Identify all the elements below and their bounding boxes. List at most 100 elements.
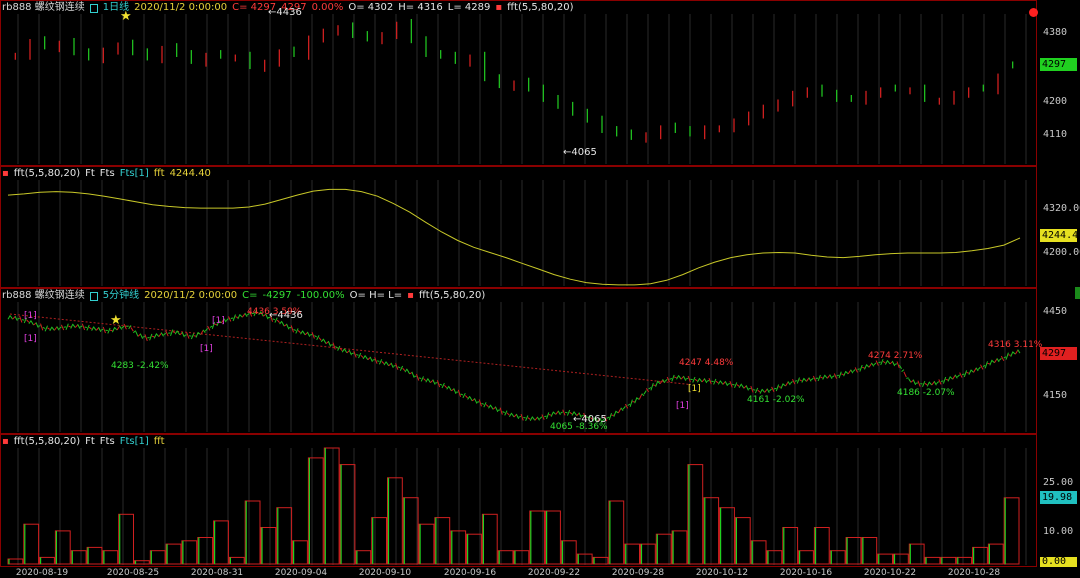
record-button-icon[interactable] <box>1029 8 1038 17</box>
close-label: C= <box>242 290 258 301</box>
signal-marker: [1] <box>676 401 689 411</box>
price-segment <box>864 364 868 370</box>
fft-bar-chart[interactable] <box>0 434 1080 567</box>
price-segment <box>857 368 860 370</box>
fft-bar <box>54 530 71 565</box>
fft-bar-pane[interactable]: ▪ fft(5,5,80,20) Ft Fts Fts[1] fft 25.00… <box>0 434 1080 567</box>
price-segment <box>973 368 977 373</box>
price-segment <box>297 330 301 334</box>
daily-price-pane[interactable]: rb888 螺纹钢连续 1日线 2020/11/2 0:00:00 C= 429… <box>0 0 1080 166</box>
price-segment <box>745 385 749 391</box>
price-segment <box>293 328 297 331</box>
fft-bar <box>228 556 245 565</box>
chart-type-icon[interactable] <box>89 291 98 301</box>
fft-bar <box>893 553 909 565</box>
five-minute-pane-header: rb888 螺纹钢连续 5分钟线 2020/11/2 0:00:00 C= -4… <box>2 289 485 303</box>
price-segment <box>989 359 993 366</box>
x-tick-label: 2020-09-28 <box>611 568 665 578</box>
price-segment <box>669 378 672 380</box>
price-segment <box>527 417 531 420</box>
fft-line-pane[interactable]: ▪ fft(5,5,80,20) Ft Fts Fts[1] fft 4244.… <box>0 166 1080 288</box>
price-segment <box>557 410 561 416</box>
price-segment <box>859 364 863 372</box>
price-segment <box>676 374 680 380</box>
price-segment <box>228 316 232 322</box>
price-segment <box>151 335 155 338</box>
price-segment <box>801 377 805 383</box>
price-segment <box>320 338 325 343</box>
price-segment <box>304 332 308 336</box>
price-segment <box>847 370 852 375</box>
price-segment <box>344 349 348 354</box>
price-segment <box>959 372 963 378</box>
price-segment <box>372 359 375 361</box>
price-segment <box>929 382 933 386</box>
bar-date: 2020/11/2 0:00:00 <box>144 290 238 301</box>
price-segment <box>555 411 559 415</box>
price-segment <box>762 389 766 393</box>
chart-type-icon[interactable] <box>89 3 98 13</box>
price-segment <box>606 416 610 419</box>
side-panel-toggle[interactable] <box>1075 287 1080 299</box>
fft-bar <box>1003 497 1020 565</box>
price-segment <box>390 362 394 369</box>
price-segment <box>102 326 106 334</box>
price-segment <box>44 325 48 332</box>
fft-bar <box>276 507 293 565</box>
price-segment <box>137 333 141 337</box>
price-segment <box>838 371 842 379</box>
price-segment <box>722 381 726 385</box>
indicator-name[interactable]: fft(5,5,80,20) <box>507 1 573 15</box>
price-segment <box>367 357 371 361</box>
price-segment <box>662 379 666 384</box>
open-price: O= 4302 <box>348 2 394 13</box>
fft-bar <box>118 513 134 565</box>
price-segment <box>84 326 88 328</box>
price-segment <box>165 330 169 337</box>
price-segment <box>348 349 352 356</box>
price-segment <box>40 323 44 331</box>
price-segment <box>766 388 770 393</box>
price-segment <box>622 405 626 410</box>
price-segment <box>525 415 529 421</box>
price-segment <box>720 380 724 385</box>
fft-bar <box>608 500 625 565</box>
price-segment <box>100 328 104 331</box>
close-value: -4297 <box>262 290 292 301</box>
fft-bar <box>355 550 372 565</box>
price-segment <box>764 389 768 393</box>
indicator-title[interactable]: fft(5,5,80,20) <box>14 435 80 449</box>
fft-bar <box>371 517 388 565</box>
price-segment <box>281 321 285 327</box>
period-label[interactable]: 5分钟线 <box>103 289 139 303</box>
daily-candle-chart[interactable] <box>0 0 1080 166</box>
price-segment <box>975 367 979 372</box>
indicator-title[interactable]: fft(5,5,80,20) <box>14 167 80 181</box>
price-segment <box>952 375 956 380</box>
price-segment <box>917 380 921 387</box>
x-tick-label: 2020-09-04 <box>274 568 328 578</box>
price-segment <box>980 364 984 370</box>
time-axis[interactable]: 2020-08-19 2020-08-25 2020-08-31 2020-09… <box>0 567 1080 578</box>
indicator-name[interactable]: fft(5,5,80,20) <box>419 289 485 303</box>
five-minute-pane[interactable]: rb888 螺纹钢连续 5分钟线 2020/11/2 0:00:00 C= -4… <box>0 288 1080 434</box>
change-percent: -100.00% <box>296 290 345 301</box>
price-segment <box>717 380 722 385</box>
price-segment <box>53 326 58 331</box>
price-segment <box>51 327 55 331</box>
price-segment <box>38 325 41 327</box>
price-segment <box>19 315 23 323</box>
price-segment <box>833 373 838 379</box>
price-segment <box>508 412 513 417</box>
price-segment <box>427 378 431 383</box>
price-segment <box>794 380 798 382</box>
price-segment <box>836 374 840 377</box>
indicator-dot-icon: ▪ <box>2 168 9 179</box>
price-segment <box>385 361 390 367</box>
price-segment <box>488 404 492 409</box>
series-fts-1: Fts[1] <box>119 436 149 447</box>
fft-bar <box>102 550 119 565</box>
fft-bar <box>339 464 356 565</box>
series-fts: Fts <box>99 168 115 179</box>
fft-line-chart[interactable] <box>0 166 1080 288</box>
